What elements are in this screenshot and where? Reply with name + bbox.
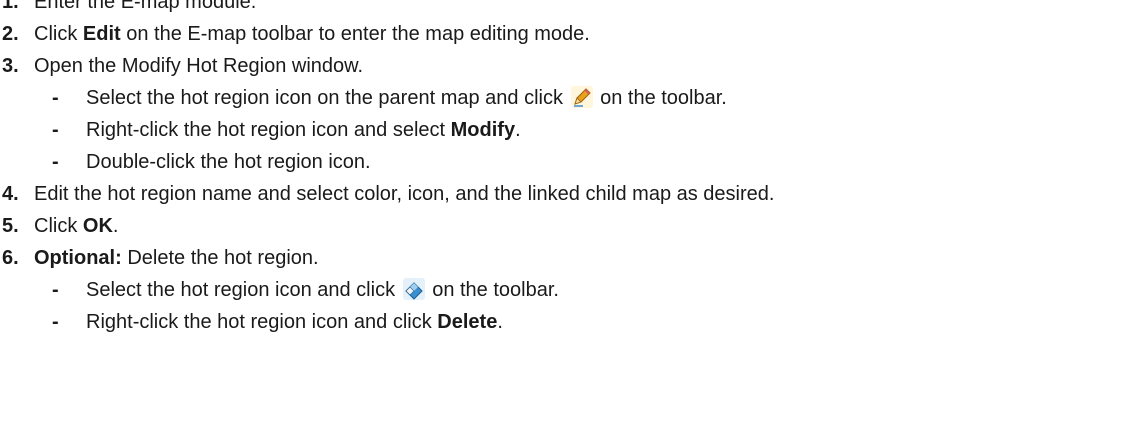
step-2: 2. Click Edit on the E-map toolbar to ent… [0, 18, 1132, 50]
substep-text-tail: on the toolbar. [426, 279, 559, 301]
step-text: Edit the hot region name and select colo… [34, 183, 775, 205]
step-text: Open the Modify Hot Region window. [34, 55, 364, 77]
substep-6a: - Select the hot region icon and click on… [0, 274, 1132, 306]
pencil-edit-icon [570, 86, 593, 108]
step-text: Delete the hot region. [121, 247, 319, 269]
substep-3c: - Double-click the hot region icon. [0, 146, 1132, 178]
step-number: 6. [2, 247, 19, 269]
substep-3a: - Select the hot region icon on the paren… [0, 82, 1132, 114]
eraser-delete-icon [402, 278, 425, 300]
substep-text: Select the hot region icon and click [86, 279, 401, 301]
step-text-tail: . [112, 215, 119, 237]
step-6: 6. Optional: Delete the hot region. [0, 242, 1132, 274]
substep-text-tail: . [515, 119, 521, 141]
substep-3b: - Right-click the hot region icon and sel… [0, 114, 1132, 146]
step-number: 5. [2, 215, 19, 237]
step-number: 4. [2, 183, 19, 205]
procedure-steps: 1. Enter the E-map module. 2. Click Edit o… [0, 0, 1132, 338]
substep-text: Right-click the hot region icon and clic… [86, 311, 438, 333]
step-number: 1. [2, 0, 19, 13]
step-5: 5. Click OK. [0, 210, 1132, 242]
step-number: 3. [2, 55, 19, 77]
substep-bold-term: Delete [437, 311, 498, 333]
step-text-tail: on the E-map toolbar to enter the map ed… [120, 23, 590, 45]
optional-label: Optional: [34, 247, 122, 269]
substep-bold-term: Modify [450, 119, 516, 141]
step-1: 1. Enter the E-map module. [0, 0, 1132, 18]
substep-bullet: - [52, 311, 59, 333]
substep-bullet: - [52, 87, 59, 109]
substep-bullet: - [52, 279, 59, 301]
substep-text: Double-click the hot region icon. [86, 151, 371, 173]
substep-text-tail: . [497, 311, 503, 333]
substep-text: Select the hot region icon on the parent… [86, 87, 569, 109]
substep-6b: - Right-click the hot region icon and cli… [0, 306, 1132, 338]
step-bold-term: Edit [82, 23, 121, 45]
step-text: Click [34, 23, 83, 45]
step-4: 4. Edit the hot region name and select co… [0, 178, 1132, 210]
substep-bullet: - [52, 119, 59, 141]
step-3: 3. Open the Modify Hot Region window. [0, 50, 1132, 82]
substep-text-tail: on the toolbar. [594, 87, 727, 109]
step-text: Click [34, 215, 83, 237]
substep-text: Right-click the hot region icon and sele… [86, 119, 451, 141]
substep-bullet: - [52, 151, 59, 173]
step-number: 2. [2, 23, 19, 45]
step-bold-term: OK [82, 215, 113, 237]
step-text: Enter the E-map module. [34, 0, 257, 13]
